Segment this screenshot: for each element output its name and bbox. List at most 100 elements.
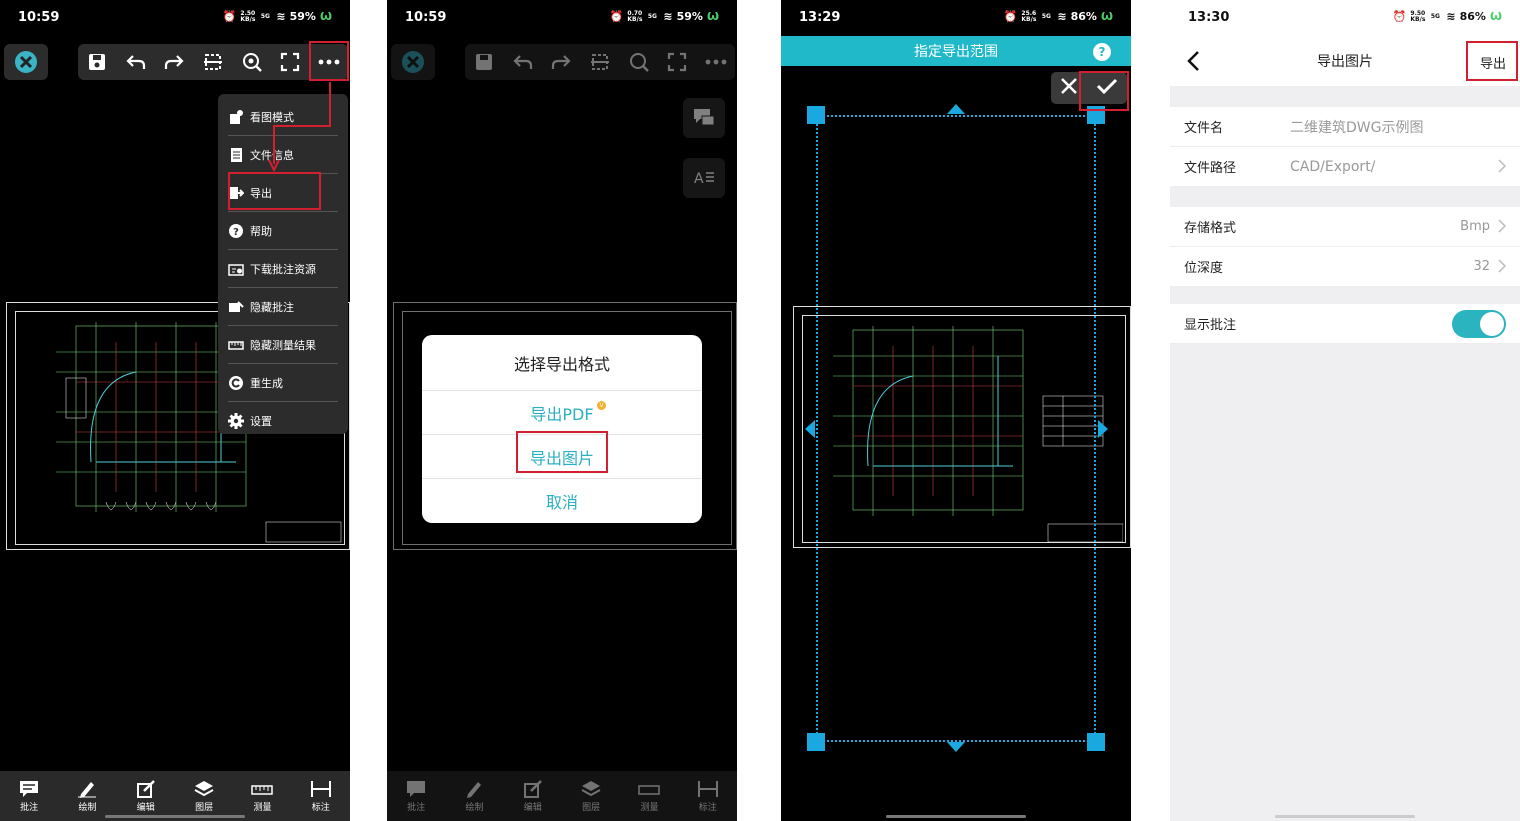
- close-button[interactable]: [391, 44, 435, 80]
- range-title: 指定导出范围: [781, 36, 1131, 66]
- ruler-icon: [638, 784, 661, 795]
- redo-button[interactable]: [159, 47, 189, 77]
- menu-item-regenerate[interactable]: 重生成: [228, 364, 338, 402]
- handle-right-arrow-icon[interactable]: [1098, 420, 1108, 438]
- save-icon: [476, 54, 493, 70]
- save-button[interactable]: [469, 47, 499, 77]
- net-type: 5G: [260, 12, 270, 20]
- handle-bottom-arrow-icon[interactable]: [947, 742, 965, 752]
- cancel-range-button[interactable]: [1060, 77, 1078, 99]
- screen-export-range: 13:29 ⏰ 25.6 KB/s 5G ≋ 86% Ѡ 指定导出范围 ?: [781, 0, 1131, 821]
- bottom-toolbar: 批注 绘制 编辑 图层 测量 标注: [387, 771, 737, 821]
- wifi-icon: ≋: [276, 10, 286, 23]
- fullscreen-button[interactable]: [662, 47, 692, 77]
- tab-measure[interactable]: 测量: [236, 780, 288, 813]
- page-title: 导出图片: [1317, 54, 1373, 70]
- save-button[interactable]: [82, 47, 112, 77]
- format-row[interactable]: 存储格式 Bmp: [1170, 207, 1520, 247]
- text-style-button[interactable]: A: [683, 158, 725, 198]
- show-annotation-toggle[interactable]: [1452, 310, 1506, 338]
- path-row[interactable]: 文件路径 CAD/Export/: [1170, 147, 1520, 187]
- highlight-export-image: [516, 431, 608, 473]
- back-chevron-icon[interactable]: [1186, 50, 1200, 72]
- tab-dimension[interactable]: 标注: [682, 780, 734, 813]
- comment-icon: [407, 780, 426, 797]
- handle-bottom-left[interactable]: [807, 733, 825, 751]
- bottom-toolbar: 批注 绘制 编辑 图层 测量 标注: [0, 771, 350, 821]
- help-icon: ?: [228, 223, 244, 239]
- annotation-list-button[interactable]: [683, 98, 725, 138]
- window-select-button[interactable]: [585, 47, 615, 77]
- top-toolbar: [465, 44, 735, 80]
- annotation-group: 显示批注: [1170, 304, 1520, 344]
- download-icon: [228, 261, 244, 277]
- tab-annotation[interactable]: 批注: [3, 780, 55, 813]
- dimension-icon: [310, 780, 331, 797]
- zoom-button[interactable]: [237, 47, 267, 77]
- export-pdf-option[interactable]: 导出PDF V: [422, 391, 702, 435]
- window-select-button[interactable]: [198, 47, 228, 77]
- close-icon: [15, 51, 37, 73]
- tab-layers[interactable]: 图层: [565, 780, 617, 813]
- zoom-icon: [629, 53, 649, 72]
- fullscreen-button[interactable]: [275, 47, 305, 77]
- depth-row[interactable]: 位深度 32: [1170, 247, 1520, 287]
- hide-measure-icon: [228, 337, 244, 353]
- tab-dimension[interactable]: 标注: [295, 780, 347, 813]
- filename-row: 文件名 二维建筑DWG示例图: [1170, 107, 1520, 147]
- undo-button[interactable]: [121, 47, 151, 77]
- handle-top-arrow-icon[interactable]: [947, 104, 965, 114]
- handle-top-left[interactable]: [807, 106, 825, 124]
- screen-menu: 10:59 ⏰ 2.50 KB/s 5G ≋ 59% Ѡ 看图模式 文件信息 导…: [0, 0, 350, 821]
- chevron-right-icon: [1498, 159, 1506, 173]
- zoom-button[interactable]: [624, 47, 654, 77]
- fullscreen-icon: [280, 52, 300, 72]
- tab-draw[interactable]: 绘制: [448, 780, 500, 813]
- alarm-icon: ⏰: [609, 10, 624, 23]
- status-bar: 10:59 ⏰ 0.70 KB/s 5G ≋ 59% Ѡ: [405, 9, 719, 25]
- path-value: CAD/Export/: [1290, 158, 1376, 175]
- tab-annotation[interactable]: 批注: [390, 780, 442, 813]
- file-info-icon: [228, 147, 244, 163]
- svg-text:?: ?: [233, 227, 239, 238]
- more-button[interactable]: [701, 47, 731, 77]
- more-icon: [705, 59, 727, 65]
- show-annotation-row: 显示批注: [1170, 304, 1520, 344]
- menu-item-settings[interactable]: 设置: [228, 402, 338, 440]
- text-icon: A: [694, 171, 714, 187]
- format-value: Bmp: [1460, 219, 1490, 234]
- status-bar: 13:30 ⏰ 9.50 KB/s 5G ≋ 86% Ѡ: [1170, 0, 1520, 36]
- menu-item-hide-measure[interactable]: 隐藏测量结果: [228, 326, 338, 364]
- save-icon: [89, 54, 106, 70]
- tab-edit[interactable]: 编辑: [120, 779, 172, 813]
- redo-button[interactable]: [546, 47, 576, 77]
- filename-input[interactable]: 二维建筑DWG示例图: [1290, 117, 1506, 137]
- handle-bottom-right[interactable]: [1087, 733, 1105, 751]
- help-button[interactable]: ?: [1093, 43, 1111, 61]
- menu-item-download[interactable]: 下载批注资源: [228, 250, 338, 288]
- highlight-confirm: [1079, 71, 1129, 111]
- wifi-icon: ≋: [1057, 10, 1067, 23]
- status-time: 10:59: [18, 10, 60, 25]
- status-bar: 10:59 ⏰ 2.50 KB/s 5G ≋ 59% Ѡ: [0, 0, 350, 36]
- top-toolbar: [78, 44, 348, 80]
- export-selection-box[interactable]: [816, 115, 1096, 742]
- zoom-icon: [242, 53, 262, 72]
- layers-icon: [194, 780, 214, 796]
- arrow-connector: [268, 82, 331, 173]
- tab-layers[interactable]: 图层: [178, 780, 230, 813]
- handle-left-arrow-icon[interactable]: [805, 420, 815, 438]
- menu-item-help[interactable]: ? 帮助: [228, 212, 338, 250]
- undo-button[interactable]: [508, 47, 538, 77]
- tab-draw[interactable]: 绘制: [61, 780, 113, 813]
- screen-export-dialog: 10:59 ⏰ 0.70 KB/s 5G ≋ 59% Ѡ A 选择导出格式 导出…: [387, 0, 737, 821]
- menu-item-hide-annotation[interactable]: 隐藏批注: [228, 288, 338, 326]
- close-button[interactable]: [4, 44, 48, 80]
- cancel-button[interactable]: 取消: [422, 479, 702, 523]
- alarm-icon: ⏰: [222, 10, 237, 23]
- dimension-icon: [697, 780, 718, 797]
- tab-measure[interactable]: 测量: [623, 780, 675, 813]
- close-icon: [1061, 78, 1077, 94]
- home-indicator: [1275, 815, 1415, 818]
- tab-edit[interactable]: 编辑: [507, 779, 559, 813]
